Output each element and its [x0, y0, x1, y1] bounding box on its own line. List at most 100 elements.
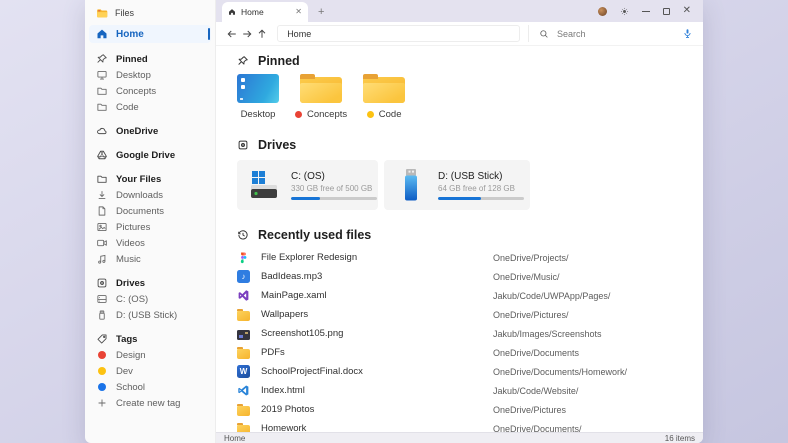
sidebar-item-d-drive[interactable]: D: (USB Stick): [85, 307, 215, 323]
section-title: Drives: [258, 138, 297, 152]
sidebar-item-label: Pictures: [116, 221, 151, 233]
microphone-icon[interactable]: [682, 28, 693, 39]
folder-icon: [97, 175, 107, 183]
sidebar-section-pinned[interactable]: Pinned: [85, 51, 215, 67]
sidebar-section-your-files[interactable]: Your Files: [85, 171, 215, 187]
sidebar-item-concepts[interactable]: Concepts: [85, 83, 215, 99]
drive-cards: C: (OS) 330 GB free of 500 GB D: (USB St…: [237, 160, 703, 210]
sidebar-item-tag-school[interactable]: School: [85, 379, 215, 395]
sidebar-item-c-drive[interactable]: C: (OS): [85, 291, 215, 307]
forward-button[interactable]: [239, 25, 254, 43]
sidebar-item-label: OneDrive: [116, 125, 159, 137]
drive-card-c[interactable]: C: (OS) 330 GB free of 500 GB: [237, 160, 378, 210]
status-bar: Home 16 items: [216, 432, 703, 443]
vscode-file-icon: [238, 385, 249, 396]
recent-files-list: File Explorer Redesign OneDrive/Projects…: [237, 248, 703, 432]
hdd-windows-icon: [250, 167, 278, 203]
monitor-icon: [97, 70, 107, 80]
tab-close-icon[interactable]: ✕: [295, 8, 302, 16]
sidebar-item-label: Design: [116, 349, 146, 361]
sidebar-item-videos[interactable]: Videos: [85, 235, 215, 251]
sidebar-item-google-drive[interactable]: Google Drive: [85, 147, 215, 163]
file-row[interactable]: W SchoolProjectFinal.docx OneDrive/Docum…: [237, 362, 703, 381]
file-path: OneDrive/Pictures/: [493, 309, 569, 320]
sidebar: Files Home Pinned Desktop Concepts Code …: [85, 0, 216, 443]
history-clock-icon: [238, 230, 248, 240]
new-tab-button[interactable]: +: [318, 6, 324, 18]
tag-color-red-icon: [295, 111, 302, 118]
sidebar-item-label: Videos: [116, 237, 145, 249]
sidebar-item-tag-design[interactable]: Design: [85, 347, 215, 363]
sidebar-item-tag-dev[interactable]: Dev: [85, 363, 215, 379]
folder-icon: [300, 73, 343, 103]
file-row[interactable]: ♪ BadIdeas.mp3 OneDrive/Music/: [237, 267, 703, 286]
search-input[interactable]: [557, 28, 674, 39]
sidebar-item-label: Pinned: [116, 53, 148, 65]
drive-free-space: 330 GB free of 500 GB: [291, 183, 373, 193]
sidebar-section-drives[interactable]: Drives: [85, 275, 215, 291]
pinned-tiles: Desktop Concepts Code: [237, 73, 703, 124]
sidebar-item-desktop[interactable]: Desktop: [85, 67, 215, 83]
file-row[interactable]: Wallpapers OneDrive/Pictures/: [237, 305, 703, 324]
back-button[interactable]: [224, 25, 239, 43]
drive-usage-fill: [438, 196, 481, 200]
file-path: OneDrive/Pictures: [493, 404, 567, 415]
file-path: Jakub/Images/Screenshots: [493, 328, 602, 339]
sidebar-item-home[interactable]: Home: [89, 25, 211, 43]
file-row[interactable]: Index.html Jakub/Code/Website/: [237, 381, 703, 400]
pinned-tile-concepts[interactable]: Concepts: [295, 73, 348, 124]
sidebar-item-label: Dev: [116, 365, 133, 377]
up-button[interactable]: [254, 25, 269, 43]
desktop-icon: [237, 74, 279, 103]
navigation-toolbar: Home: [216, 22, 703, 46]
tile-label: Concepts: [307, 109, 348, 120]
content-area: Pinned Desktop Concepts Code Drives C: (…: [216, 46, 703, 432]
file-name: SchoolProjectFinal.docx: [261, 366, 363, 377]
usb-icon: [99, 310, 105, 320]
maximize-button[interactable]: [662, 7, 670, 15]
file-row[interactable]: MainPage.xaml Jakub/Code/UWPApp/Pages/: [237, 286, 703, 305]
file-row[interactable]: File Explorer Redesign OneDrive/Projects…: [237, 248, 703, 267]
sidebar-item-onedrive[interactable]: OneDrive: [85, 123, 215, 139]
sidebar-item-create-new-tag[interactable]: Create new tag: [85, 395, 215, 411]
folder-icon: [237, 403, 250, 416]
sidebar-item-music[interactable]: Music: [85, 251, 215, 267]
drive-icon: [238, 140, 248, 150]
sidebar-item-label: Desktop: [116, 69, 151, 81]
tag-color-yellow-icon: [98, 367, 106, 375]
minimize-button[interactable]: [641, 10, 650, 12]
file-row[interactable]: Homework OneDrive/Documents/: [237, 419, 703, 432]
document-icon: [98, 206, 106, 216]
tag-color-yellow-icon: [366, 111, 374, 118]
file-row[interactable]: 2019 Photos OneDrive/Pictures: [237, 400, 703, 419]
pin-icon: [97, 54, 107, 63]
pinned-tile-desktop[interactable]: Desktop: [237, 74, 279, 124]
sidebar-item-downloads[interactable]: Downloads: [85, 187, 215, 203]
user-avatar[interactable]: [597, 6, 607, 16]
drive-usage-bar: [291, 196, 377, 200]
home-icon: [97, 29, 107, 39]
sidebar-item-label: Documents: [116, 205, 165, 217]
image-file-icon: [237, 329, 250, 340]
file-row[interactable]: PDFs OneDrive/Documents: [237, 343, 703, 362]
file-name: PDFs: [261, 347, 285, 358]
pinned-tile-code[interactable]: Code: [363, 73, 406, 124]
drive-card-d[interactable]: D: (USB Stick) 64 GB free of 128 GB: [384, 160, 530, 210]
sidebar-item-documents[interactable]: Documents: [85, 203, 215, 219]
hdd-icon: [97, 295, 107, 303]
section-title: Recently used files: [258, 228, 372, 242]
sidebar-item-code[interactable]: Code: [85, 99, 215, 115]
settings-gear-icon[interactable]: [620, 7, 629, 16]
music-icon: [98, 254, 106, 264]
sidebar-section-tags[interactable]: Tags: [85, 331, 215, 347]
tab-home[interactable]: Home ✕: [222, 2, 308, 22]
close-button[interactable]: ✕: [683, 6, 691, 16]
address-bar[interactable]: Home: [277, 25, 520, 42]
folder-icon: [363, 73, 406, 103]
tag-color-blue-icon: [98, 383, 106, 391]
file-row[interactable]: Screenshot105.png Jakub/Images/Screensho…: [237, 324, 703, 343]
file-name: 2019 Photos: [261, 404, 315, 415]
sidebar-item-label: Create new tag: [116, 397, 181, 409]
sidebar-item-pictures[interactable]: Pictures: [85, 219, 215, 235]
search-zone: [528, 25, 693, 42]
